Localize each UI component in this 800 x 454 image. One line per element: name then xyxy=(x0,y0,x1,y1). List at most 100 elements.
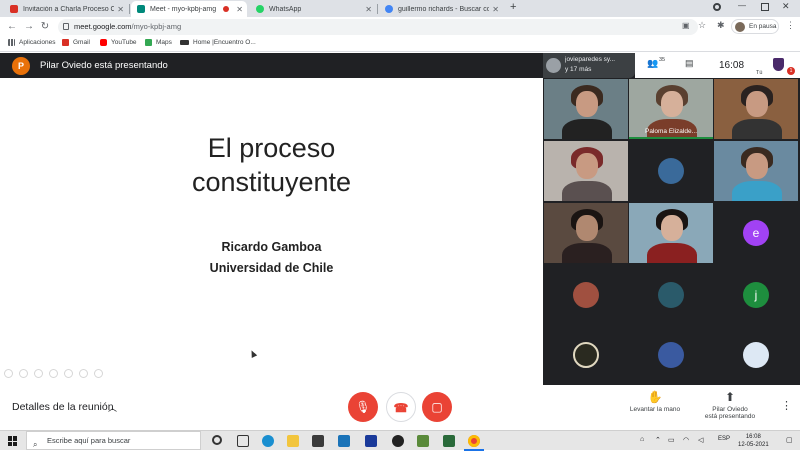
people-icon[interactable]: 👥 xyxy=(647,58,658,69)
tab-whatsapp[interactable]: WhatsApp ✕ xyxy=(250,1,376,17)
file-explorer-icon[interactable] xyxy=(287,435,299,447)
close-icon[interactable]: ✕ xyxy=(236,5,243,14)
bookmark-home-encuentro[interactable]: Home |Encuentro O... xyxy=(180,39,256,46)
bookmark-favicon-icon xyxy=(180,40,189,45)
input-language[interactable]: ESP xyxy=(718,436,730,442)
highlighter-icon[interactable] xyxy=(49,369,58,378)
zoom-icon[interactable] xyxy=(64,369,73,378)
system-clock[interactable]: 16:08 12-05-2021 xyxy=(738,433,769,449)
participant-face xyxy=(661,91,683,117)
reload-button[interactable]: ↻ xyxy=(38,20,52,34)
mail-icon[interactable] xyxy=(338,435,350,447)
battery-icon[interactable]: ▭ xyxy=(668,436,675,444)
task-view-icon[interactable] xyxy=(237,435,249,447)
meeting-details-button[interactable]: Detalles de la reunión xyxy=(12,401,114,413)
chat-icon[interactable]: ▤ xyxy=(685,58,694,69)
more-icon[interactable] xyxy=(94,369,103,378)
taskbar-search[interactable]: ⌕ Escribe aquí para buscar xyxy=(26,431,201,450)
people-icon[interactable]: ⌂ xyxy=(640,436,644,443)
pen-icon[interactable] xyxy=(34,369,43,378)
participant-tile[interactable] xyxy=(629,141,713,201)
more-options-icon[interactable]: ⋮ xyxy=(781,399,792,412)
chrome-icon[interactable] xyxy=(468,435,480,447)
show-hidden-icons[interactable]: ⌃ xyxy=(655,436,661,444)
participant-tile[interactable] xyxy=(714,141,798,201)
microphone-off-button[interactable]: 🎙 xyxy=(348,392,378,422)
participant-tile-e[interactable]: e xyxy=(714,203,798,263)
participant-tile[interactable] xyxy=(544,141,628,201)
participant-avatar xyxy=(573,342,599,368)
xbox-icon[interactable] xyxy=(392,435,404,447)
store-icon[interactable] xyxy=(312,435,324,447)
url-host: meet.google.com xyxy=(74,22,132,31)
participant-tile[interactable] xyxy=(544,325,628,385)
participant-tile[interactable] xyxy=(629,265,713,325)
menu-icon[interactable]: ⋮ xyxy=(786,20,795,31)
prev-slide-icon[interactable] xyxy=(4,369,13,378)
lock-icon[interactable] xyxy=(63,23,69,30)
camera-in-use-icon[interactable]: ▣ xyxy=(682,21,690,30)
participant-face xyxy=(576,153,598,179)
close-window-button[interactable]: ✕ xyxy=(782,1,790,12)
minimize-button[interactable]: — xyxy=(738,1,746,10)
cortana-icon[interactable] xyxy=(212,435,222,445)
clock-time: 16:08 xyxy=(745,434,761,440)
leave-call-button[interactable]: ☎ xyxy=(386,392,416,422)
network-icon[interactable]: ◠ xyxy=(683,436,689,444)
avatar xyxy=(735,22,745,32)
app-icon[interactable] xyxy=(443,435,455,447)
bookmark-apps[interactable]: Aplicaciones xyxy=(8,39,56,46)
participant-tile[interactable] xyxy=(544,203,628,263)
participant-body xyxy=(562,119,612,139)
slide-controls xyxy=(4,369,109,378)
participant-tile-paloma[interactable]: Paloma Elizalde... xyxy=(629,79,713,139)
close-icon[interactable]: ✕ xyxy=(492,5,499,14)
participant-tile[interactable] xyxy=(629,203,713,263)
camera-off-button[interactable]: ▢ xyxy=(422,392,452,422)
volume-icon[interactable]: ◁ xyxy=(698,436,703,444)
participant-body xyxy=(562,243,612,263)
close-icon[interactable]: ✕ xyxy=(117,5,124,14)
participants-chip[interactable]: jovieparedes sy... y 17 más xyxy=(543,53,635,78)
search-icon: ⌕ xyxy=(33,440,38,449)
participant-tile[interactable] xyxy=(544,265,628,325)
presenter-banner: P Pilar Oviedo está presentando xyxy=(0,53,543,78)
tab-meet[interactable]: Meet - myo-kpbj-amg ✕ xyxy=(131,1,247,17)
bookmark-gmail[interactable]: Gmail xyxy=(62,39,90,46)
edge-icon[interactable] xyxy=(262,435,274,447)
participant-face xyxy=(576,91,598,117)
url-path: /myo-kpbj-amg xyxy=(131,22,182,31)
bookmark-maps[interactable]: Maps xyxy=(145,39,172,46)
raise-hand-button[interactable]: ✋ Levantar la mano xyxy=(624,390,686,413)
media-control-icon[interactable] xyxy=(713,3,721,11)
app-icon[interactable] xyxy=(365,435,377,447)
tab-invitation[interactable]: Invitación a Charla Proceso Const ✕ xyxy=(4,1,128,17)
menu-icon[interactable] xyxy=(79,369,88,378)
close-icon[interactable]: ✕ xyxy=(365,5,372,14)
back-button[interactable]: ← xyxy=(5,20,19,34)
participant-tile-j[interactable]: j xyxy=(714,265,798,325)
star-icon[interactable]: ☆ xyxy=(698,20,706,31)
participant-tile[interactable] xyxy=(714,325,798,385)
chevron-up-icon[interactable]: ︿ xyxy=(108,401,117,414)
participant-tile[interactable] xyxy=(629,325,713,385)
bookmark-youtube[interactable]: YouTube xyxy=(100,39,137,46)
tab-google-search[interactable]: guillermo richards - Buscar con G ✕ xyxy=(379,1,503,17)
extensions-icon[interactable]: ✱ xyxy=(717,20,725,31)
mouse-cursor-icon xyxy=(248,349,258,358)
presenting-button[interactable]: ⬆ Pilar Oviedo está presentando xyxy=(698,390,762,420)
windows-start-icon[interactable] xyxy=(8,436,18,446)
self-avatar[interactable] xyxy=(773,58,784,71)
forward-button[interactable]: → xyxy=(22,20,36,34)
new-tab-button[interactable]: + xyxy=(510,1,516,13)
gmail-icon xyxy=(62,39,69,46)
notifications-icon[interactable]: ▢ xyxy=(786,436,793,444)
next-slide-icon[interactable] xyxy=(19,369,28,378)
participant-name: Paloma Elizalde... xyxy=(644,128,698,135)
minecraft-icon[interactable] xyxy=(417,435,429,447)
participant-tile[interactable] xyxy=(714,79,798,139)
address-bar[interactable]: meet.google.com/myo-kpbj-amg xyxy=(58,19,698,35)
profile-button[interactable]: En pausa xyxy=(731,19,779,34)
maximize-button[interactable] xyxy=(761,3,769,11)
participant-tile[interactable] xyxy=(544,79,628,139)
